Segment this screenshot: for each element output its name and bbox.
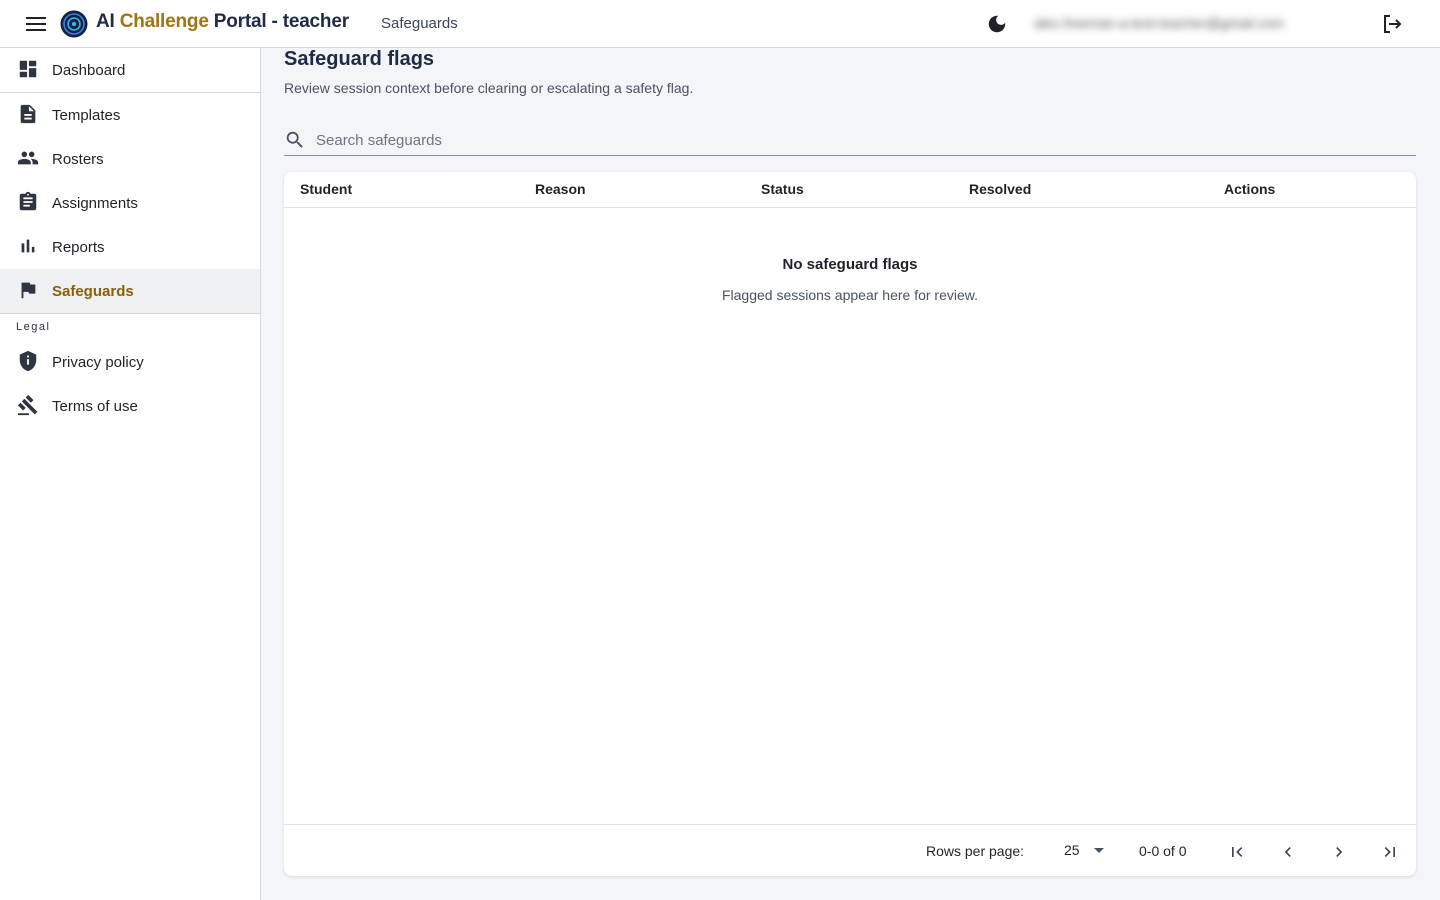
column-header-reason[interactable]: Reason	[535, 181, 586, 197]
sidebar-item-privacy-policy[interactable]: Privacy policy	[0, 340, 260, 384]
column-header-actions: Actions	[1224, 181, 1276, 197]
breadcrumb: Safeguards	[381, 15, 458, 32]
dark-mode-toggle[interactable]	[984, 11, 1010, 37]
sidebar: Dashboard Templates Rosters Assignments …	[0, 48, 261, 900]
clipboard-icon	[19, 191, 37, 211]
sidebar-item-label: Safeguards	[52, 282, 134, 300]
logout-icon	[1384, 15, 1402, 33]
rows-per-page-select[interactable]: 25	[1064, 841, 1112, 863]
chevron-right-icon	[1336, 847, 1343, 857]
sidebar-item-terms-of-use[interactable]: Terms of use	[0, 384, 260, 428]
flag-icon	[21, 282, 36, 299]
search-field	[284, 124, 1416, 156]
column-header-resolved[interactable]: Resolved	[969, 181, 1031, 197]
column-header-status[interactable]: Status	[761, 181, 804, 197]
pagination-range: 0-0 of 0	[1139, 843, 1187, 859]
empty-state-title: No safeguard flags	[782, 256, 918, 273]
shield-icon	[19, 350, 37, 372]
dark-mode-icon	[988, 15, 1006, 33]
sidebar-item-dashboard[interactable]: Dashboard	[0, 48, 260, 92]
last-page-button[interactable]	[1377, 839, 1403, 865]
first-page-button[interactable]	[1224, 839, 1250, 865]
page-subtitle: Review session context before clearing o…	[284, 80, 694, 96]
search-input[interactable]	[316, 128, 1406, 152]
empty-state-subtitle: Flagged sessions appear here for review.	[721, 287, 979, 303]
people-icon	[17, 151, 39, 165]
sidebar-item-rosters[interactable]: Rosters	[0, 137, 260, 181]
dashboard-icon	[19, 60, 37, 78]
bar-chart-icon	[21, 239, 35, 253]
sidebar-item-safeguards[interactable]: Safeguards	[0, 269, 260, 313]
sidebar-item-label: Assignments	[52, 194, 138, 212]
sidebar-item-label: Rosters	[52, 150, 104, 168]
sidebar-item-label: Reports	[52, 238, 105, 256]
menu-icon	[26, 17, 46, 31]
logo-icon	[60, 10, 88, 38]
first-page-icon	[1232, 847, 1243, 857]
sidebar-item-label: Terms of use	[52, 397, 138, 415]
logout-button[interactable]	[1379, 11, 1405, 37]
column-header-student[interactable]: Student	[300, 181, 352, 197]
legal-section-label: Legal	[16, 321, 51, 333]
app-title: AI Challenge Portal - teacher	[96, 11, 349, 32]
gavel-icon	[17, 394, 38, 416]
search-icon	[286, 131, 303, 148]
menu-button[interactable]	[22, 12, 50, 36]
page-title: Safeguard flags	[284, 48, 435, 70]
sidebar-item-label: Dashboard	[52, 61, 126, 79]
table-pagination: Rows per page: 25 0-0 of 0	[284, 824, 1416, 876]
safeguards-table: Student Reason Status Resolved Actions N…	[284, 172, 1416, 876]
caret-down-icon	[1094, 848, 1104, 853]
sidebar-item-reports[interactable]: Reports	[0, 225, 260, 269]
rows-per-page-label: Rows per page:	[926, 843, 1025, 859]
next-page-button[interactable]	[1326, 839, 1352, 865]
sidebar-item-templates[interactable]: Templates	[0, 93, 260, 137]
sidebar-item-label: Privacy policy	[52, 353, 144, 371]
sidebar-item-assignments[interactable]: Assignments	[0, 181, 260, 225]
previous-page-button[interactable]	[1275, 839, 1301, 865]
user-email: alex.freeman-a-test-teacher@gmail.com	[1034, 15, 1284, 31]
chevron-left-icon	[1284, 847, 1291, 857]
document-icon	[20, 104, 36, 124]
app-bar: AI Challenge Portal - teacher Safeguards…	[0, 0, 1440, 48]
rows-per-page-value: 25	[1064, 842, 1080, 858]
table-header: Student Reason Status Resolved Actions	[284, 172, 1416, 208]
last-page-icon	[1384, 847, 1395, 857]
divider	[0, 313, 260, 314]
sidebar-item-label: Templates	[52, 106, 121, 124]
